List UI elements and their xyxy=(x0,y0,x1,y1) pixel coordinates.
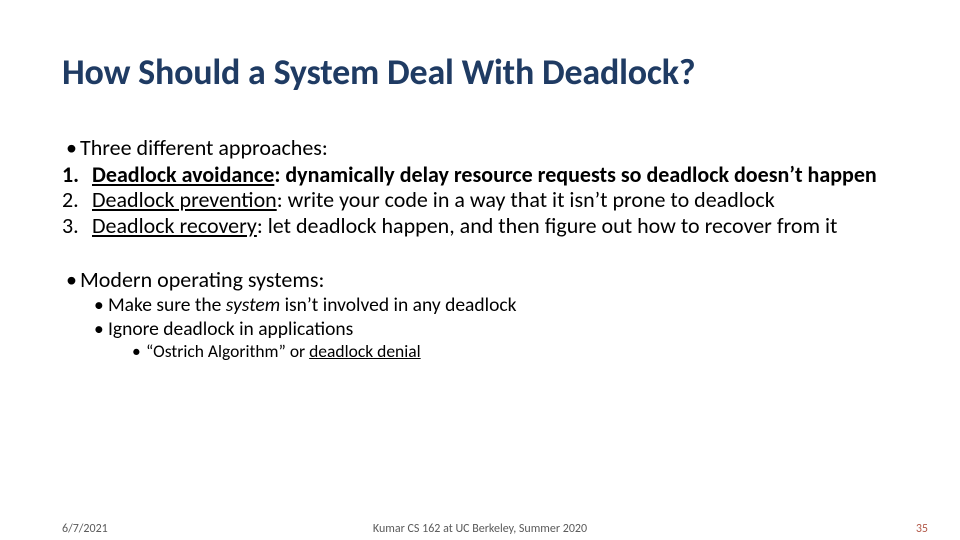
modern-sub1-c: isn’t involved in any deadlock xyxy=(280,293,516,317)
item-label: Deadlock avoidance xyxy=(92,161,274,188)
item-text: Deadlock recovery: let deadlock happen, … xyxy=(92,214,898,239)
item-rest: : dynamically delay resource requests so… xyxy=(274,161,876,188)
item-number: 1. xyxy=(62,163,92,188)
list-item: 1. Deadlock avoidance: dynamically delay… xyxy=(62,163,898,188)
slide-title: How Should a System Deal With Deadlock? xyxy=(62,50,898,94)
list-item: 3. Deadlock recovery: let deadlock happe… xyxy=(62,214,898,239)
item-number: 2. xyxy=(62,188,92,213)
item-text: Deadlock prevention: write your code in … xyxy=(92,188,898,213)
bullet-icon: • xyxy=(94,294,108,316)
list-item: 2. Deadlock prevention: write your code … xyxy=(62,188,898,213)
spacer xyxy=(62,240,898,268)
item-label: Deadlock recovery xyxy=(92,212,257,239)
modern-sub3-a: “Ostrich Algorithm” or xyxy=(146,340,309,362)
modern-sub-item: •Make sure the system isn’t involved in … xyxy=(94,294,898,316)
modern-sub1-a: Make sure the xyxy=(108,293,226,317)
modern-heading-text: Modern operating systems: xyxy=(80,266,324,293)
modern-sub2-text: Ignore deadlock in applications xyxy=(108,317,353,341)
bullet-icon: • xyxy=(66,268,80,293)
modern-sub1-b: system xyxy=(226,293,280,317)
slide-body: •Three different approaches: 1. Deadlock… xyxy=(62,136,898,361)
modern-heading-bullet: •Modern operating systems: xyxy=(66,268,898,293)
slide: How Should a System Deal With Deadlock? … xyxy=(0,0,960,540)
bullet-icon: • xyxy=(66,136,80,161)
item-text: Deadlock avoidance: dynamically delay re… xyxy=(92,163,898,188)
item-label: Deadlock prevention xyxy=(92,186,277,213)
item-number: 3. xyxy=(62,214,92,239)
intro-bullet: •Three different approaches: xyxy=(66,136,898,161)
modern-subsub-item: •“Ostrich Algorithm” or deadlock denial xyxy=(132,341,898,361)
modern-sub3-b: deadlock denial xyxy=(309,340,421,362)
item-rest: : write your code in a way that it isn’t… xyxy=(277,186,775,213)
item-rest: : let deadlock happen, and then figure o… xyxy=(257,212,838,239)
modern-sub-item: •Ignore deadlock in applications xyxy=(94,318,898,340)
bullet-icon: • xyxy=(94,318,108,340)
footer-pagenum: 35 xyxy=(916,522,928,536)
bullet-icon: • xyxy=(132,341,146,361)
intro-text: Three different approaches: xyxy=(80,134,328,161)
footer-center: Kumar CS 162 at UC Berkeley, Summer 2020 xyxy=(0,522,960,536)
